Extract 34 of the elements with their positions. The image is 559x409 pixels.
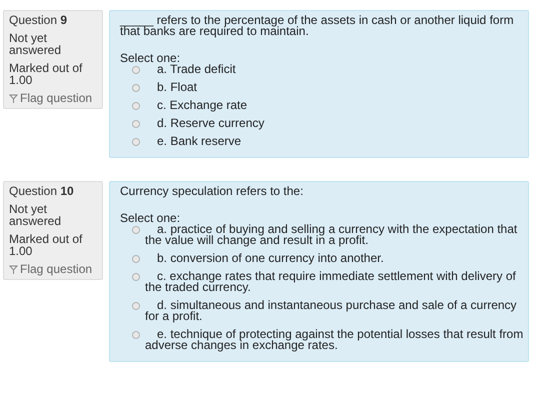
radio-button[interactable]	[132, 84, 140, 92]
option-label[interactable]: c. exchange rates that require immediate settlement with delivery of the traded currency.	[145, 271, 524, 293]
radio-button[interactable]	[132, 226, 140, 234]
question-number: Question 10	[9, 185, 75, 197]
select-one-label: Select one:	[120, 52, 180, 64]
flag-question-link[interactable]: Flag question	[9, 263, 98, 275]
marks-label: Marked out of 1.00	[9, 233, 84, 257]
radio-button[interactable]	[132, 120, 140, 128]
option-label[interactable]: c. Exchange rate	[145, 100, 524, 111]
option-label[interactable]: d. simultaneous and instantaneous purchase and sale of a currency for a profit.	[145, 300, 524, 322]
option-label[interactable]: b. Float	[145, 82, 524, 93]
radio-button[interactable]	[132, 138, 140, 146]
flag-icon	[9, 94, 18, 102]
radio-button[interactable]	[132, 302, 140, 310]
option-label[interactable]: e. Bank reserve	[145, 136, 524, 147]
question-number: Question 9	[9, 14, 68, 26]
radio-button[interactable]	[132, 66, 140, 74]
flag-question-link[interactable]: Flag question	[9, 92, 98, 104]
marks-label: Marked out of 1.00	[9, 62, 84, 86]
answer-status: Not yet answered	[9, 32, 62, 56]
question-text: _____ refers to the percentage of the assets in cash or another liquid form that banks are required to maintain.	[120, 15, 515, 37]
select-one-label: Select one:	[120, 212, 180, 224]
answer-status: Not yet answered	[9, 203, 62, 227]
radio-button[interactable]	[132, 102, 140, 110]
option-label[interactable]: d. Reserve currency	[145, 118, 524, 129]
option-label[interactable]: a. Trade deficit	[145, 64, 524, 75]
radio-button[interactable]	[132, 255, 140, 263]
radio-button[interactable]	[132, 331, 140, 339]
option-label[interactable]: e. technique of protecting against the potential losses that result from adverse changes in exchange rates.	[145, 329, 524, 351]
option-label[interactable]: b. conversion of one currency into another.	[145, 253, 524, 264]
option-label[interactable]: a. practice of buying and selling a currency with the expectation that the value will change and result in a profit.	[145, 224, 524, 246]
flag-icon	[9, 264, 18, 274]
question-text: Currency speculation refers to the:	[120, 186, 304, 197]
radio-button[interactable]	[132, 273, 140, 281]
